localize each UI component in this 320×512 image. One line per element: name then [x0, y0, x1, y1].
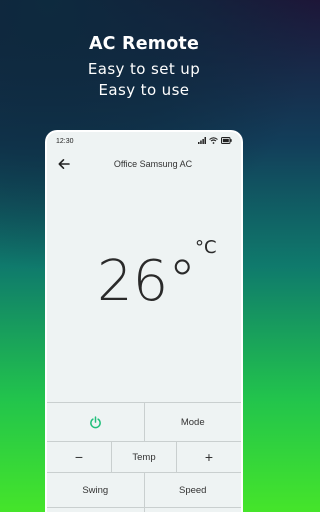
swing-button[interactable]: Swing [47, 473, 145, 507]
app-bar: Office Samsung AC [47, 150, 241, 180]
temp-down-button[interactable]: − [47, 442, 112, 472]
more-button-left[interactable] [47, 508, 145, 512]
mode-button[interactable]: Mode [145, 403, 242, 441]
status-time: 12:30 [56, 138, 74, 145]
phone-frame: 12:30 Office Samsung AC 26° °C Mode − Te… [45, 130, 243, 512]
power-icon [89, 415, 101, 428]
promo-tagline-1: Easy to set up [87, 60, 201, 78]
promo-tagline-2: Easy to use [98, 81, 190, 99]
promo-title: AC Remote [88, 34, 200, 54]
wifi-icon [209, 137, 218, 144]
power-button[interactable] [47, 403, 145, 441]
status-bar: 12:30 [47, 132, 241, 150]
more-button-right[interactable] [145, 508, 242, 512]
signal-icon [198, 137, 206, 144]
battery-icon [221, 137, 232, 144]
back-arrow-icon[interactable] [56, 156, 72, 172]
temperature-value: 26° [97, 249, 197, 314]
device-title: Office Samsung AC [113, 159, 193, 169]
speed-button[interactable]: Speed [145, 473, 242, 507]
temp-up-button[interactable]: + [177, 442, 241, 472]
temperature-unit: °C [195, 237, 217, 258]
temp-label: Temp [112, 442, 177, 472]
remote-controls: Mode − Temp + Swing Speed [47, 402, 241, 512]
status-icons [198, 137, 232, 144]
